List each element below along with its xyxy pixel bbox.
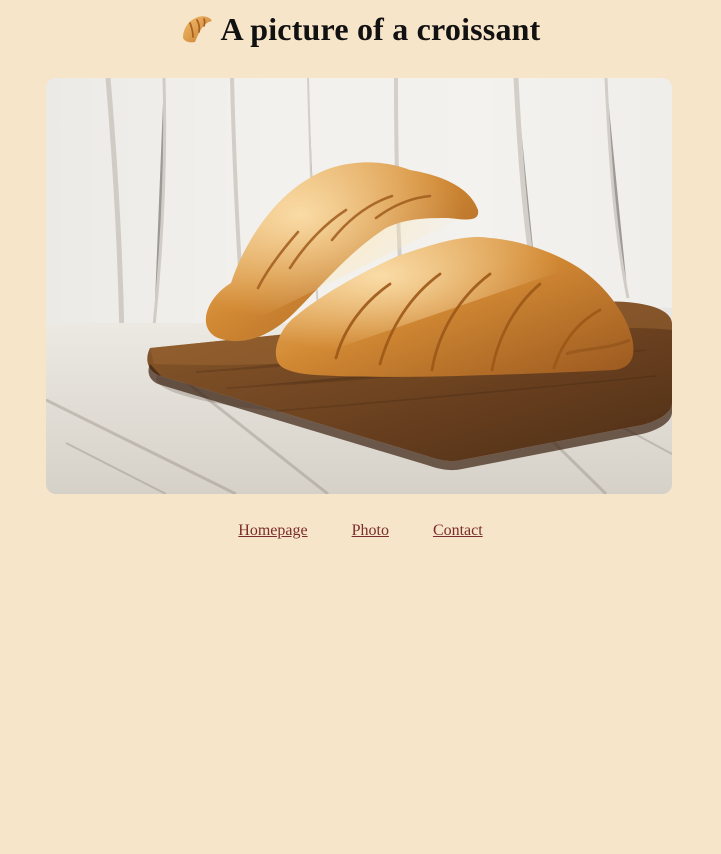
croissant-icon	[180, 12, 214, 46]
main-nav: Homepage Photo Contact	[0, 522, 721, 540]
croissant-photo	[46, 78, 672, 494]
nav-link-photo[interactable]: Photo	[352, 522, 389, 539]
nav-link-contact[interactable]: Contact	[433, 522, 483, 539]
page-header: A picture of a croissant	[0, 6, 721, 52]
page-title: A picture of a croissant	[220, 10, 541, 47]
nav-link-homepage[interactable]: Homepage	[238, 522, 307, 539]
